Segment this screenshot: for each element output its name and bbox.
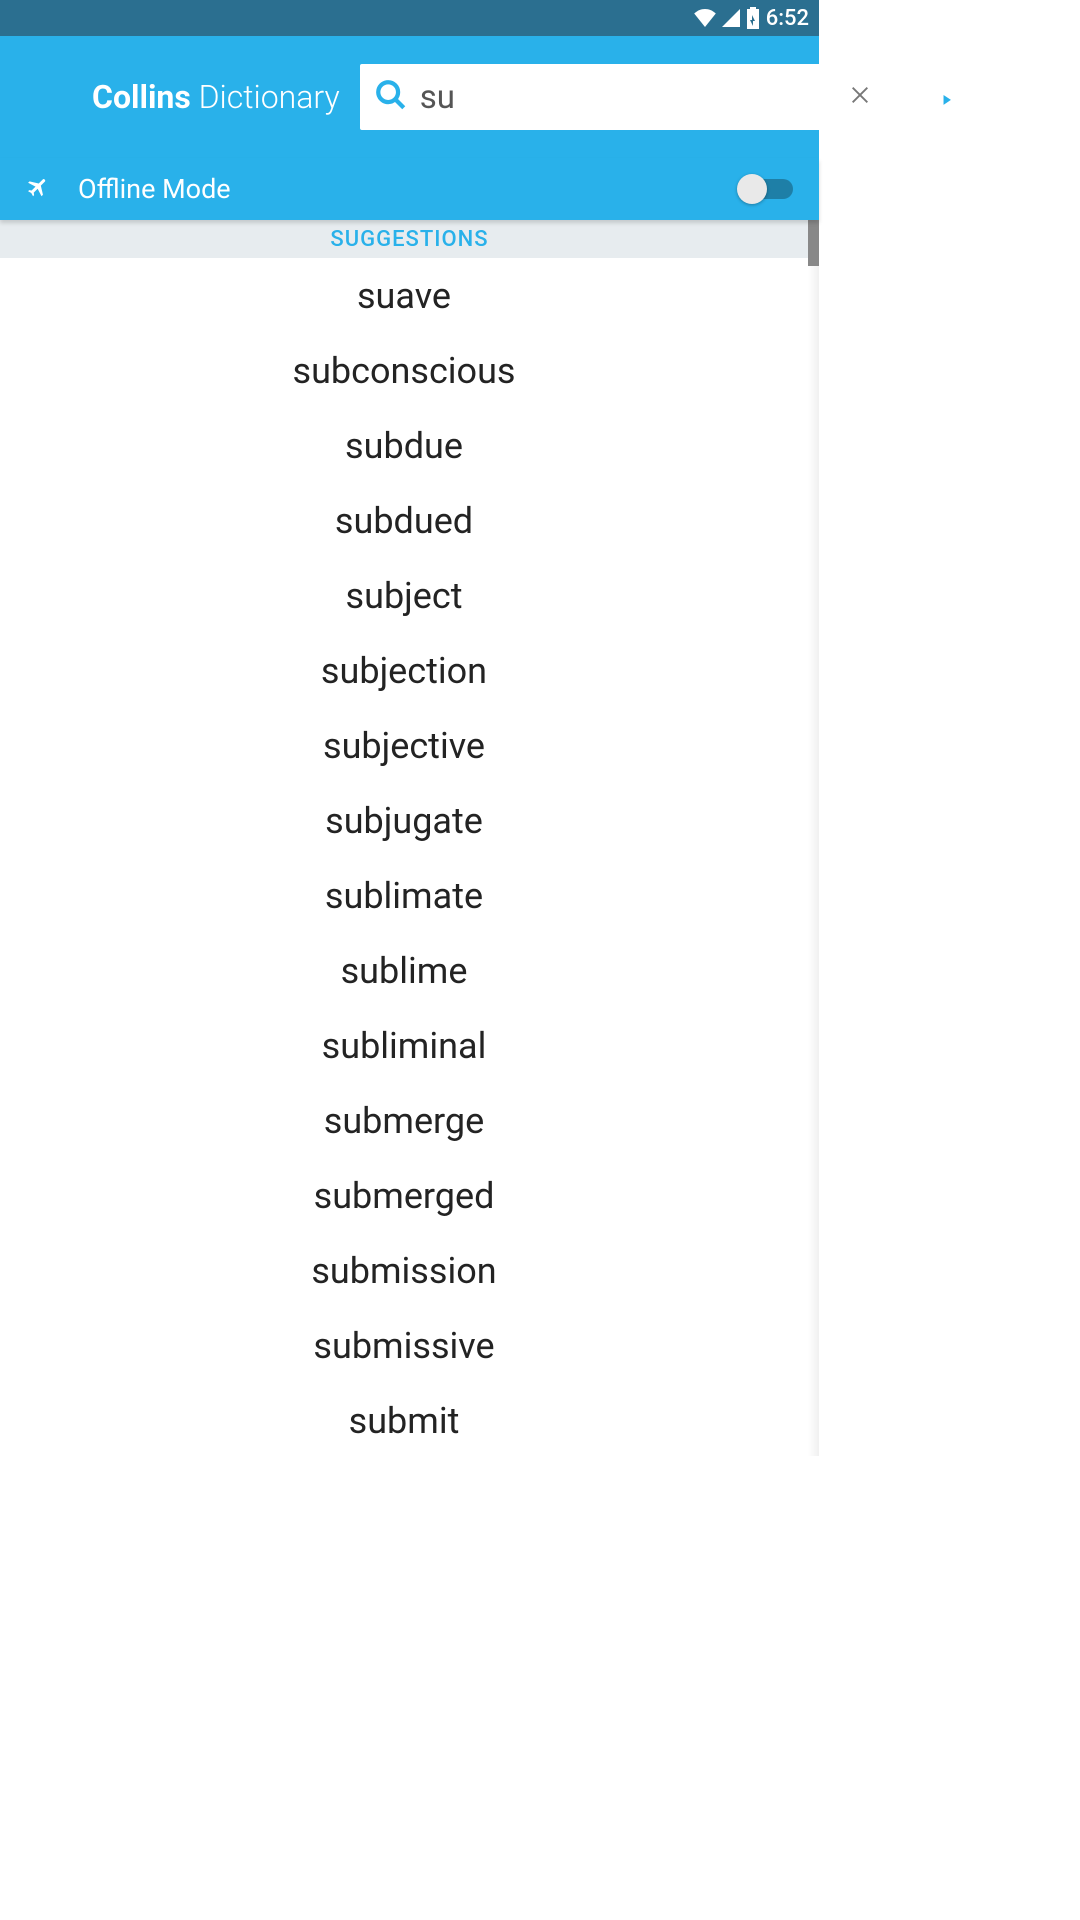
offline-toggle[interactable] — [739, 179, 793, 199]
scroll-indicator[interactable] — [808, 219, 819, 266]
suggestion-item[interactable]: submerged — [0, 1158, 808, 1233]
suggestion-item[interactable]: submission — [0, 1233, 808, 1308]
offline-label: Offline Mode — [78, 173, 739, 205]
suggestion-item[interactable]: subject — [0, 558, 808, 633]
suggestion-item[interactable]: suave — [0, 258, 808, 333]
suggestions-header: SUGGESTIONS — [0, 220, 819, 258]
suggestion-item[interactable]: sublime — [0, 933, 808, 1008]
status-bar: 6:52 — [0, 0, 819, 36]
suggestions-list[interactable]: suavesubconscioussubduesubduedsubjectsub… — [0, 258, 808, 1458]
suggestion-item[interactable]: subdued — [0, 483, 808, 558]
search-input[interactable] — [420, 78, 843, 117]
cellular-icon — [722, 9, 740, 27]
suggestion-item[interactable]: sublimate — [0, 858, 808, 933]
suggestion-item[interactable]: subjective — [0, 708, 808, 783]
airplane-icon — [26, 175, 50, 203]
store-icon[interactable] — [931, 79, 961, 115]
app-title: Collins Dictionary — [92, 78, 340, 116]
suggestion-item[interactable]: submerge — [0, 1083, 808, 1158]
suggestion-item[interactable]: subdue — [0, 408, 808, 483]
status-time: 6:52 — [766, 6, 809, 31]
app-bar: Collins Dictionary — [0, 36, 819, 158]
suggestion-item[interactable]: submit — [0, 1383, 808, 1458]
offline-bar: Offline Mode — [0, 158, 819, 220]
clear-icon[interactable] — [843, 84, 877, 110]
suggestion-item[interactable]: subjection — [0, 633, 808, 708]
battery-charging-icon — [746, 7, 760, 29]
suggestion-item[interactable]: subjugate — [0, 783, 808, 858]
wifi-icon — [694, 9, 716, 27]
search-icon — [374, 78, 408, 116]
suggestion-item[interactable]: submissive — [0, 1308, 808, 1383]
suggestion-item[interactable]: subliminal — [0, 1008, 808, 1083]
search-box[interactable] — [360, 64, 891, 130]
suggestion-item[interactable]: subconscious — [0, 333, 808, 408]
